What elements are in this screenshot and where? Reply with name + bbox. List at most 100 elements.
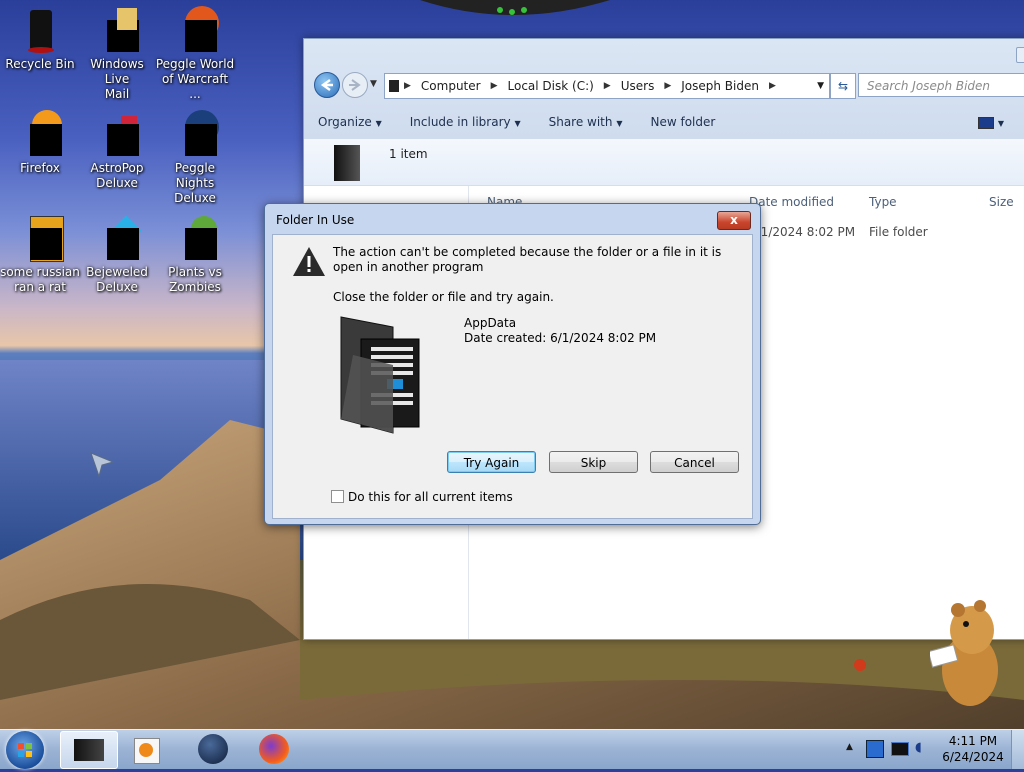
desktop-icon-label: Peggle Nights Deluxe — [174, 161, 216, 205]
refresh-button[interactable]: ⇆ — [830, 73, 856, 99]
breadcrumb-separator[interactable]: ▶ — [486, 81, 503, 91]
include-in-library-menu[interactable]: Include in library ▼ — [396, 115, 535, 129]
desktop-icon-windows-live-mail[interactable]: Windows Live Mail — [77, 6, 157, 102]
details-pane: 1 item — [304, 139, 1024, 186]
cursor-icon — [90, 452, 115, 478]
forward-button[interactable] — [342, 72, 368, 98]
desktop-icon-bejeweled-deluxe[interactable]: Bejeweled Deluxe — [77, 214, 157, 295]
desktop-icon-label: AstroPop Deluxe — [90, 161, 144, 190]
apply-to-all-label[interactable]: Do this for all current items — [348, 490, 513, 504]
taskbar-firefox-button[interactable] — [259, 734, 289, 764]
explorer-chrome: ▼ ▶ Computer ▶ Local Disk (C:) ▶ Users ▶… — [304, 39, 1024, 140]
tray-app-icon[interactable] — [866, 740, 884, 758]
breadcrumb: ▶ Computer ▶ Local Disk (C:) ▶ Users ▶ J… — [384, 73, 830, 99]
breadcrumb-separator[interactable]: ▶ — [764, 81, 781, 91]
breadcrumb-separator[interactable]: ▶ — [599, 81, 616, 91]
peggle-wow-icon — [171, 6, 219, 54]
desktop-icon-label: Peggle World of Warcraft ... — [155, 57, 235, 101]
desktop-icon-label: Windows Live Mail — [90, 57, 144, 101]
clock[interactable]: 4:11 PM 6/24/2024 — [940, 733, 1006, 765]
taskbar: ▲ ◖ 4:11 PM 6/24/2024 — [0, 729, 1024, 769]
row-type: File folder — [869, 225, 928, 239]
breadcrumb-separator[interactable]: ▶ — [659, 81, 676, 91]
start-button[interactable] — [6, 731, 44, 769]
breadcrumb-computer[interactable]: Computer — [416, 79, 486, 93]
column-size[interactable]: Size — [989, 195, 1014, 209]
view-icon — [978, 116, 995, 129]
peggle-nights-icon — [171, 110, 219, 158]
taskbar-media-player-button[interactable] — [134, 738, 160, 764]
taskbar-explorer-button[interactable] — [60, 731, 118, 769]
close-button[interactable]: x — [717, 211, 751, 230]
firefox-icon — [16, 110, 64, 158]
back-button[interactable] — [314, 72, 340, 98]
command-bar: Organize ▼ Include in library ▼ Share wi… — [304, 109, 1024, 135]
desktop-icon-label: some russian ran a rat — [0, 265, 80, 294]
desktop-icon-label: Plants vs Zombies — [168, 265, 222, 294]
chevron-down-icon: ▼ — [375, 119, 382, 128]
desktop-icon-astropop-deluxe[interactable]: AstroPop Deluxe — [77, 110, 157, 191]
dialog-instruction: Close the folder or file and try again. — [333, 290, 554, 304]
dialog-title: Folder In Use — [276, 213, 355, 227]
desktop-icon-plants-vs-zombies[interactable]: Plants vs Zombies — [155, 214, 235, 295]
chevron-down-icon: ▼ — [514, 119, 521, 128]
organize-menu[interactable]: Organize ▼ — [304, 115, 396, 129]
item-count: 1 item — [389, 147, 428, 161]
dialog-body: The action can't be completed because th… — [272, 234, 753, 519]
share-with-menu[interactable]: Share with ▼ — [535, 115, 637, 129]
close-icon: x — [730, 213, 738, 227]
media-player-icon — [139, 743, 153, 757]
desktop-icon-some-russian-ran-a-rat[interactable]: some russian ran a rat — [0, 214, 80, 295]
hamster-gadget-icon[interactable] — [930, 600, 1010, 710]
desktop-icon-firefox[interactable]: Firefox — [0, 110, 80, 176]
windows-logo-icon — [18, 743, 32, 757]
breadcrumb-separator[interactable]: ▶ — [399, 81, 416, 91]
file-name: AppData — [464, 316, 517, 330]
file-date-created: Date created: 6/1/2024 8:02 PM — [464, 331, 657, 345]
astropop-icon — [93, 110, 141, 158]
new-folder-button[interactable]: New folder — [636, 115, 729, 129]
recycle-bin-icon — [16, 6, 64, 54]
skip-button[interactable]: Skip — [549, 451, 638, 473]
network-icon[interactable] — [891, 742, 909, 756]
taskbar-globe-button[interactable] — [198, 734, 228, 764]
folder-in-use-dialog: Folder In Use x The action can't be comp… — [264, 203, 761, 525]
desktop-icon-peggle-nights-deluxe[interactable]: Peggle Nights Deluxe — [155, 110, 235, 206]
desktop-icon-peggle-world-of-warcraft[interactable]: Peggle World of Warcraft ... — [155, 6, 235, 102]
forward-arrow-icon — [349, 79, 361, 91]
chevron-down-icon: ▼ — [997, 119, 1004, 128]
clock-date: 6/24/2024 — [942, 750, 1004, 764]
search-input[interactable]: Search Joseph Biden — [858, 73, 1024, 97]
minimize-button[interactable] — [1016, 47, 1024, 63]
apply-to-all-checkbox[interactable] — [331, 490, 344, 503]
breadcrumb-joseph-biden[interactable]: Joseph Biden — [676, 79, 764, 93]
show-hidden-icons-button[interactable]: ▲ — [846, 742, 853, 752]
try-again-button[interactable]: Try Again — [447, 451, 536, 473]
recent-pages-dropdown[interactable]: ▼ — [370, 79, 377, 89]
desktop-icon-label: Firefox — [20, 161, 60, 175]
plants-vs-zombies-icon — [171, 214, 219, 262]
explorer-icon — [74, 739, 104, 761]
cancel-button[interactable]: Cancel — [650, 451, 739, 473]
folder-preview-icon — [340, 316, 420, 434]
refresh-icon: ⇆ — [837, 79, 849, 93]
row-date-modified: 6/1/2024 8:02 PM — [749, 225, 856, 239]
warning-icon — [293, 247, 325, 276]
column-type[interactable]: Type — [869, 195, 897, 209]
breadcrumb-users[interactable]: Users — [616, 79, 660, 93]
bejeweled-icon — [93, 214, 142, 262]
volume-icon[interactable]: ◖ — [915, 740, 931, 756]
desktop-icon-label: Recycle Bin — [5, 57, 75, 71]
rat-app-icon — [16, 214, 64, 262]
clock-time: 4:11 PM — [948, 734, 998, 748]
desktop-icon-recycle-bin[interactable]: Recycle Bin — [0, 6, 80, 72]
chevron-down-icon: ▼ — [616, 119, 623, 128]
column-date-modified[interactable]: Date modified — [749, 195, 834, 209]
windows-live-mail-icon — [93, 6, 141, 54]
view-options-button[interactable]: ▼ — [978, 115, 1004, 129]
desktop-icon-label: Bejeweled Deluxe — [86, 265, 148, 294]
breadcrumb-local-disk[interactable]: Local Disk (C:) — [503, 79, 599, 93]
show-desktop-button[interactable] — [1011, 730, 1024, 769]
navigation-bar: ▼ ▶ Computer ▶ Local Disk (C:) ▶ Users ▶… — [312, 72, 1024, 99]
address-dropdown-icon[interactable]: ▼ — [812, 81, 829, 91]
